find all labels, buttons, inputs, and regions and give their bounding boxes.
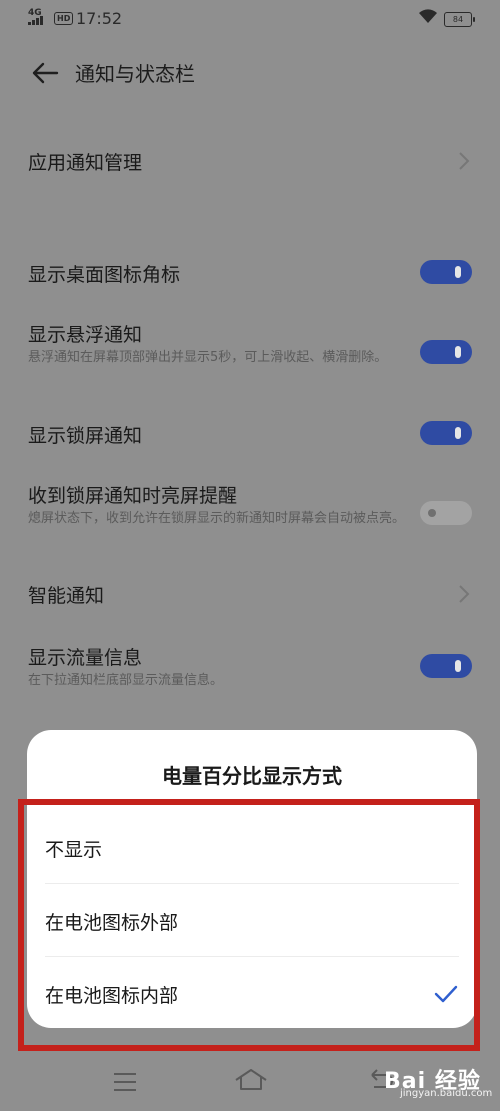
sheet-title: 电量百分比显示方式 [162, 764, 342, 788]
status-bar: 4G HD 17:52 84 [28, 8, 475, 32]
wake-screen-desc: 熄屏状态下，收到允许在锁屏显示的新通知时屏幕会自动被点亮。 [28, 511, 406, 526]
watermark-url: jingyan.baidu.com [400, 1088, 493, 1099]
app-notification-management-item[interactable]: 应用通知管理 [28, 148, 142, 175]
traffic-info-toggle[interactable] [420, 654, 472, 678]
annotation-highlight-box [18, 799, 480, 1051]
hd-icon: HD [54, 12, 74, 25]
home-icon[interactable] [233, 1067, 269, 1093]
desktop-badge-toggle[interactable] [420, 260, 472, 284]
floating-notification-desc: 悬浮通知在屏幕顶部弹出并显示5秒，可上滑收起、横滑删除。 [28, 350, 388, 365]
traffic-info-desc: 在下拉通知栏底部显示流量信息。 [28, 673, 224, 688]
wifi-icon [419, 9, 437, 23]
back-arrow-icon[interactable] [30, 58, 60, 88]
menu-icon[interactable] [114, 1073, 136, 1097]
wake-screen-toggle[interactable] [420, 501, 472, 525]
navigation-bar: Bai 经验 jingyan.baidu.com [0, 1055, 500, 1111]
chevron-right-icon [459, 152, 470, 170]
floating-notification-label: 显示悬浮通知 [28, 324, 143, 346]
traffic-info-label: 显示流量信息 [28, 647, 143, 669]
page-title: 通知与状态栏 [75, 62, 195, 86]
desktop-badge-label: 显示桌面图标角标 [28, 264, 181, 286]
signal-icon [28, 16, 43, 25]
lock-screen-notification-label: 显示锁屏通知 [28, 425, 143, 447]
wake-screen-label: 收到锁屏通知时亮屏提醒 [28, 485, 238, 507]
clock: 17:52 [76, 9, 123, 28]
battery-icon: 84 [444, 12, 475, 27]
lock-screen-notification-toggle[interactable] [420, 421, 472, 445]
chevron-right-icon [459, 585, 470, 603]
floating-notification-toggle[interactable] [420, 340, 472, 364]
smart-notification-item[interactable]: 智能通知 [28, 581, 104, 608]
